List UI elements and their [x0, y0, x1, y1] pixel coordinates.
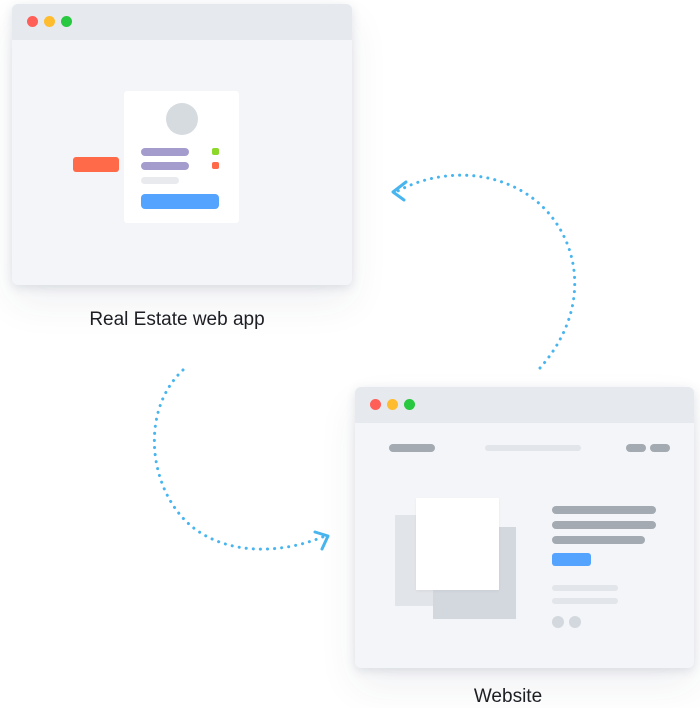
- text-line-1: [552, 585, 618, 591]
- close-dot-icon: [27, 16, 38, 27]
- pagination-dot-1: [552, 616, 564, 628]
- image-front: [416, 498, 499, 590]
- minimize-dot-icon: [44, 16, 55, 27]
- heading-line-3: [552, 536, 645, 544]
- arrow-to-app-path: [394, 173, 577, 370]
- heading-line-2: [552, 521, 656, 529]
- pagination-dot-2: [569, 616, 581, 628]
- heading-line-1: [552, 506, 656, 514]
- subtitle-line: [141, 162, 189, 170]
- status-orange-icon: [212, 162, 219, 169]
- app-window-caption: Real Estate web app: [89, 309, 265, 330]
- website-window-titlebar: [355, 387, 694, 423]
- action-button: [141, 194, 219, 209]
- text-line-2: [552, 598, 618, 604]
- side-tag: [73, 157, 119, 172]
- cta-button: [552, 553, 591, 566]
- meta-line: [141, 177, 179, 184]
- nav-logo: [389, 444, 435, 452]
- name-line: [141, 148, 189, 156]
- close-dot-icon: [370, 399, 381, 410]
- nav-link-2: [650, 444, 670, 452]
- arrow-to-website-path: [152, 368, 327, 551]
- app-window-titlebar: [12, 4, 352, 40]
- status-green-icon: [212, 148, 219, 155]
- website-window-caption: Website: [473, 686, 543, 707]
- website-window: [355, 387, 694, 668]
- avatar-icon: [166, 103, 198, 135]
- app-window: [12, 4, 352, 285]
- nav-search: [485, 445, 581, 451]
- maximize-dot-icon: [404, 399, 415, 410]
- profile-card: [124, 91, 239, 223]
- minimize-dot-icon: [387, 399, 398, 410]
- nav-link-1: [626, 444, 646, 452]
- maximize-dot-icon: [61, 16, 72, 27]
